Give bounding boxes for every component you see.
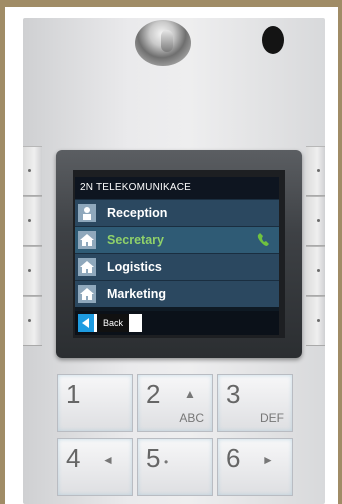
directory-row-secretary[interactable]: Secretary — [75, 226, 279, 253]
key-letters: ABC — [179, 411, 204, 425]
intercom-panel: 2N TELEKOMUNIKACE Reception Secretary Lo… — [23, 18, 325, 504]
home-icon — [78, 285, 96, 303]
directory-row-label: Reception — [107, 206, 168, 220]
camera-lens-icon — [161, 30, 173, 52]
key-digit: 3 — [226, 379, 241, 409]
side-button-right-4[interactable] — [306, 296, 325, 346]
keypad-key-3[interactable]: 3 DEF — [217, 374, 293, 432]
person-icon — [78, 204, 96, 222]
keypad-key-5[interactable]: 5 • — [137, 438, 213, 496]
key-digit: 1 — [66, 379, 81, 409]
keypad-key-4[interactable]: 4 ◄ — [57, 438, 133, 496]
up-arrow-icon: ▲ — [184, 387, 196, 401]
back-label: Back — [97, 314, 130, 332]
side-button-right-2[interactable] — [306, 196, 325, 246]
key-digit: 6 — [226, 443, 241, 473]
home-icon — [78, 231, 96, 249]
back-button[interactable]: Back — [78, 314, 142, 332]
back-arrow-icon — [78, 314, 94, 332]
phone-handset-icon — [255, 231, 273, 249]
home-icon — [78, 258, 96, 276]
screen-header: 2N TELEKOMUNIKACE — [75, 177, 279, 199]
softkey-bar: Back — [75, 311, 279, 335]
key-letters: DEF — [260, 411, 284, 425]
key-digit: 5 — [146, 443, 161, 473]
directory-row-marketing[interactable]: Marketing — [75, 280, 279, 307]
directory-row-label: Logistics — [107, 260, 162, 274]
left-arrow-icon: ◄ — [102, 453, 114, 467]
keypad-key-6[interactable]: 6 ► — [217, 438, 293, 496]
side-button-left-2[interactable] — [23, 196, 42, 246]
side-button-left-1[interactable] — [23, 146, 42, 196]
right-arrow-icon: ► — [262, 453, 274, 467]
display-screen: 2N TELEKOMUNIKACE Reception Secretary Lo… — [75, 177, 279, 335]
keypad-key-1[interactable]: 1 — [57, 374, 133, 432]
side-button-right-3[interactable] — [306, 246, 325, 296]
directory-row-logistics[interactable]: Logistics — [75, 253, 279, 280]
sensor-icon — [262, 26, 284, 54]
directory-row-label: Marketing — [107, 287, 167, 301]
keypad-key-2[interactable]: 2 ▲ ABC — [137, 374, 213, 432]
side-button-left-3[interactable] — [23, 246, 42, 296]
center-dot-icon: • — [164, 455, 169, 469]
key-digit: 2 — [146, 379, 161, 409]
side-button-left-4[interactable] — [23, 296, 42, 346]
directory-row-label: Secretary — [107, 233, 164, 247]
key-digit: 4 — [66, 443, 81, 473]
directory-row-reception[interactable]: Reception — [75, 199, 279, 226]
side-button-right-1[interactable] — [306, 146, 325, 196]
